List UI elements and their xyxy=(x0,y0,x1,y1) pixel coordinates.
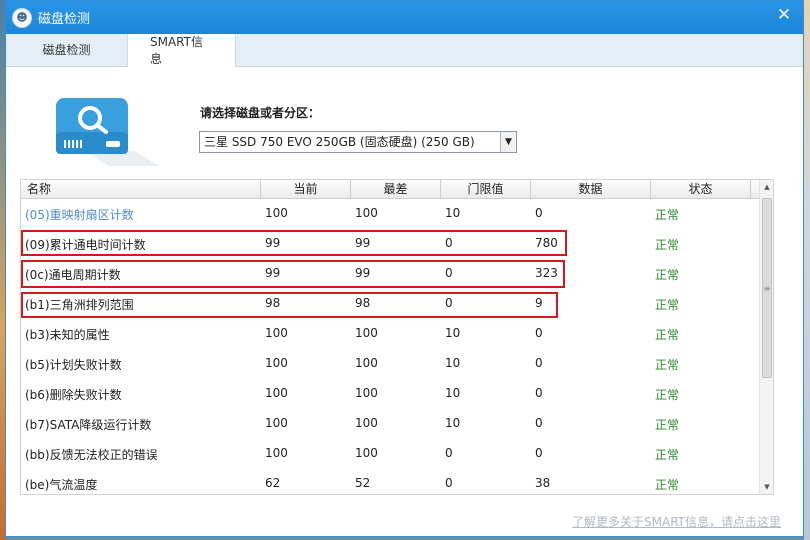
column-header-status[interactable]: 状态 xyxy=(651,180,751,199)
smart-info-help-link[interactable]: 了解更多关于SMART信息，请点击这里 xyxy=(572,513,781,530)
cell-name: (be)气流温度 xyxy=(25,478,98,492)
cell-threshold: 10 xyxy=(445,326,461,340)
cell-name: (b5)计划失败计数 xyxy=(25,358,122,372)
cell-current: 100 xyxy=(265,446,288,460)
cell-threshold: 0 xyxy=(445,476,453,490)
cell-threshold: 10 xyxy=(445,206,461,220)
column-header-threshold[interactable]: 门限值 xyxy=(441,180,531,199)
cell-status: 正常 xyxy=(655,208,680,222)
cell-name: (05)重映射扇区计数 xyxy=(25,208,134,222)
cell-worst: 100 xyxy=(355,206,378,220)
cell-current: 100 xyxy=(265,356,288,370)
cell-current: 62 xyxy=(265,476,281,490)
cell-data: 38 xyxy=(535,476,551,490)
cell-worst: 100 xyxy=(355,446,378,460)
disk-select-dropdown[interactable]: 三星 SSD 750 EVO 250GB (固态硬盘) (250 GB) ▼ xyxy=(199,131,517,153)
vertical-scrollbar[interactable]: ▲ ≡ ▼ xyxy=(759,180,773,494)
cell-name: (b6)删除失败计数 xyxy=(25,388,122,402)
cell-data: 0 xyxy=(535,446,543,460)
highlight-box-power-cycle-count xyxy=(21,260,565,288)
scroll-up-arrow-icon[interactable]: ▲ xyxy=(760,180,773,194)
cell-status: 正常 xyxy=(655,478,680,492)
cell-worst: 100 xyxy=(355,356,378,370)
table-row[interactable]: (b5)计划失败计数 100 100 10 0 正常 xyxy=(21,350,761,380)
disk-select-value: 三星 SSD 750 EVO 250GB (固态硬盘) (250 GB) xyxy=(204,135,475,149)
tab-smart-info[interactable]: SMART信息 xyxy=(128,33,236,67)
dropdown-arrow-icon[interactable]: ▼ xyxy=(500,132,516,152)
table-row[interactable]: (b3)未知的属性 100 100 10 0 正常 xyxy=(21,320,761,350)
cell-worst: 52 xyxy=(355,476,371,490)
cell-status: 正常 xyxy=(655,448,680,462)
cell-status: 正常 xyxy=(655,268,680,282)
cell-worst: 100 xyxy=(355,416,378,430)
table-row[interactable]: (be)气流温度 62 52 0 38 正常 xyxy=(21,470,761,494)
table-header: 名称 当前 最差 门限值 数据 状态 xyxy=(21,180,761,199)
column-header-data[interactable]: 数据 xyxy=(531,180,651,199)
scrollbar-thumb[interactable]: ≡ xyxy=(762,198,772,378)
cell-current: 100 xyxy=(265,416,288,430)
cell-status: 正常 xyxy=(655,298,680,312)
column-header-name[interactable]: 名称 xyxy=(21,180,261,199)
cell-data: 0 xyxy=(535,326,543,340)
cell-data: 0 xyxy=(535,206,543,220)
cell-data: 0 xyxy=(535,386,543,400)
cell-name: (b3)未知的属性 xyxy=(25,328,110,342)
cell-name: (b7)SATA降级运行计数 xyxy=(25,418,152,432)
disk-check-window: ☻ 磁盘检测 ✕ 磁盘检测 SMART信息 请选择磁盘或者分区： 三星 SSD … xyxy=(5,0,804,537)
table-row[interactable]: (05)重映射扇区计数 100 100 10 0 正常 xyxy=(21,200,761,230)
cell-threshold: 10 xyxy=(445,356,461,370)
table-row[interactable]: (b7)SATA降级运行计数 100 100 10 0 正常 xyxy=(21,410,761,440)
cell-worst: 100 xyxy=(355,326,378,340)
tab-bar: 磁盘检测 SMART信息 xyxy=(6,33,803,67)
cell-status: 正常 xyxy=(655,388,680,402)
cell-current: 100 xyxy=(265,326,288,340)
cell-status: 正常 xyxy=(655,358,680,372)
close-button[interactable]: ✕ xyxy=(775,6,793,24)
cell-current: 100 xyxy=(265,386,288,400)
cell-status: 正常 xyxy=(655,418,680,432)
cell-current: 100 xyxy=(265,206,288,220)
cell-status: 正常 xyxy=(655,328,680,342)
app-logo-icon: ☻ xyxy=(12,7,32,28)
smart-table: 名称 当前 最差 门限值 数据 状态 (05)重映射扇区计数 100 100 10 0 正… xyxy=(20,179,774,495)
title-bar[interactable]: ☻ 磁盘检测 ✕ xyxy=(6,1,803,34)
table-row[interactable]: (b6)删除失败计数 100 100 10 0 正常 xyxy=(21,380,761,410)
cell-worst: 100 xyxy=(355,386,378,400)
cell-data: 0 xyxy=(535,416,543,430)
scroll-down-arrow-icon[interactable]: ▼ xyxy=(760,480,773,494)
cell-threshold: 0 xyxy=(445,446,453,460)
column-header-current[interactable]: 当前 xyxy=(261,180,351,199)
table-row[interactable]: (bb)反馈无法校正的错误 100 100 0 0 正常 xyxy=(21,440,761,470)
cell-threshold: 10 xyxy=(445,386,461,400)
disk-select-label: 请选择磁盘或者分区： xyxy=(200,106,321,120)
desktop-background-right xyxy=(804,0,810,540)
cell-threshold: 10 xyxy=(445,416,461,430)
tab-disk-check[interactable]: 磁盘检测 xyxy=(6,33,128,66)
column-header-worst[interactable]: 最差 xyxy=(351,180,441,199)
window-title: 磁盘检测 xyxy=(38,12,91,27)
disk-search-icon xyxy=(56,98,159,166)
cell-name: (bb)反馈无法校正的错误 xyxy=(25,448,158,462)
highlight-box-wear-range-delta xyxy=(21,292,558,318)
highlight-box-power-on-hours xyxy=(21,230,567,256)
cell-status: 正常 xyxy=(655,238,680,252)
cell-data: 0 xyxy=(535,356,543,370)
